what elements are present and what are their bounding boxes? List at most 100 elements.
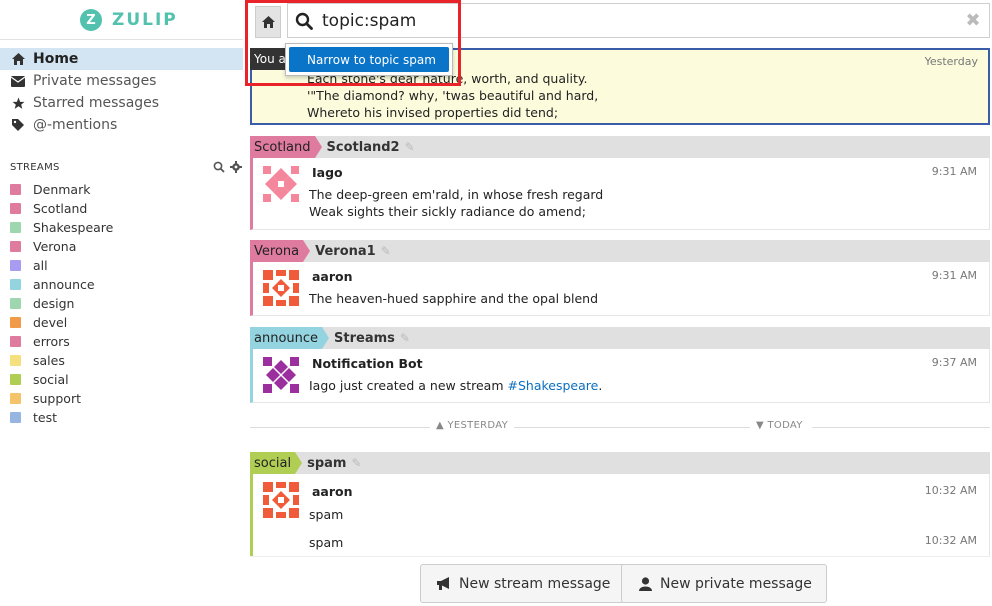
message-row[interactable]: Notification Bot 9:37 AM Iago just creat… <box>250 349 990 403</box>
stream-name: design <box>33 296 75 311</box>
separator-line <box>514 427 750 428</box>
pencil-icon[interactable]: ✎ <box>400 331 410 345</box>
stream-name: test <box>33 410 58 425</box>
stream-item[interactable]: design <box>10 294 243 313</box>
sender-name[interactable]: aaron <box>312 484 353 499</box>
topic-label[interactable]: Scotland2 <box>327 140 400 155</box>
date-label-text: TODAY <box>767 420 803 431</box>
nav-private-messages[interactable]: Private messages <box>0 70 243 92</box>
message-content: Iago just created a new stream #Shakespe… <box>309 377 602 394</box>
stream-name: Denmark <box>33 182 91 197</box>
new-stream-message-label: New stream message <box>459 575 611 592</box>
stream-item[interactable]: sales <box>10 351 243 370</box>
stream-name: Verona <box>33 239 77 254</box>
message-content: spam <box>309 535 344 550</box>
new-private-message-button[interactable]: New private message <box>621 564 827 603</box>
gear-icon[interactable] <box>229 160 243 174</box>
message-time: Yesterday <box>924 55 978 68</box>
stream-name: announce <box>33 277 95 292</box>
stream-item[interactable]: Verona <box>10 237 243 256</box>
stream-item[interactable]: all <box>10 256 243 275</box>
message-time: 9:31 AM <box>931 269 977 282</box>
new-stream-message-button[interactable]: New stream message <box>420 564 626 603</box>
message-line: Whereto his invised properties did tend; <box>307 105 559 120</box>
nav-home[interactable]: Home <box>0 48 243 70</box>
stream-item[interactable]: support <box>10 389 243 408</box>
nav-starred-label: Starred messages <box>33 95 160 111</box>
stream-link[interactable]: #Shakespeare <box>508 378 599 393</box>
stream-label[interactable]: Verona <box>250 240 311 262</box>
message-content: spam <box>309 507 344 522</box>
stream-list: Denmark Scotland Shakespeare Verona all annou… <box>10 180 243 427</box>
streams-header: STREAMS <box>10 158 243 176</box>
avatar[interactable] <box>263 270 299 306</box>
stream-color-swatch <box>10 260 21 271</box>
nav-mentions[interactable]: @-mentions <box>0 114 243 136</box>
stream-color-swatch <box>10 393 21 404</box>
suggestion-narrow-topic[interactable]: Narrow to topic spam <box>289 47 449 72</box>
search-clear-icon[interactable]: ✖ <box>965 10 981 31</box>
search-home-button[interactable] <box>255 6 281 38</box>
stream-label[interactable]: Scotland <box>250 136 322 158</box>
star-icon <box>10 95 26 111</box>
stream-name: support <box>33 391 81 406</box>
search-streams-icon[interactable] <box>212 160 226 174</box>
stream-color-swatch <box>10 374 21 385</box>
message-row[interactable]: aaron 9:31 AM The heaven-hued sapphire a… <box>250 262 990 316</box>
stream-item[interactable]: social <box>10 370 243 389</box>
nav-starred-messages[interactable]: Starred messages <box>0 92 243 114</box>
zulip-logo[interactable]: Z ZULIP <box>80 8 178 32</box>
recipient-bar: social spam ✎ <box>250 452 990 474</box>
logo-icon: Z <box>80 9 102 31</box>
stream-item[interactable]: announce <box>10 275 243 294</box>
avatar[interactable] <box>263 166 299 202</box>
stream-name: Verona <box>254 243 300 259</box>
message-time: 10:32 AM <box>924 534 977 547</box>
compose-area: New stream message New private message <box>250 556 990 606</box>
user-icon <box>636 576 654 592</box>
stream-name: devel <box>33 315 68 330</box>
sidebar-divider <box>0 39 243 40</box>
stream-item[interactable]: Denmark <box>10 180 243 199</box>
tag-icon <box>10 117 26 133</box>
sender-name[interactable]: Notification Bot <box>312 356 423 371</box>
stream-color-swatch <box>10 203 21 214</box>
stream-item[interactable]: devel <box>10 313 243 332</box>
stream-name: Shakespeare <box>33 220 114 235</box>
sender-name[interactable]: aaron <box>312 269 353 284</box>
nav-mentions-label: @-mentions <box>33 117 118 133</box>
stream-item[interactable]: errors <box>10 332 243 351</box>
message-row[interactable]: aaron 10:32 AM spam 10:32 AM spam <box>250 474 990 556</box>
separator-line <box>250 427 430 428</box>
stream-label[interactable]: social <box>250 452 303 474</box>
envelope-icon <box>10 73 26 89</box>
search-input[interactable] <box>322 5 965 36</box>
stream-item[interactable]: test <box>10 408 243 427</box>
avatar[interactable] <box>263 482 299 518</box>
home-icon <box>10 51 26 67</box>
topic-label[interactable]: Verona1 <box>315 244 376 259</box>
stream-item[interactable]: Shakespeare <box>10 218 243 237</box>
pencil-icon[interactable]: ✎ <box>381 244 391 258</box>
stream-name: social <box>33 372 69 387</box>
stream-item[interactable]: Scotland <box>10 199 243 218</box>
search-icon <box>294 11 314 31</box>
topic-label[interactable]: spam <box>307 456 346 471</box>
topic-label[interactable]: Streams <box>334 331 395 346</box>
date-label-text: YESTERDAY <box>447 420 509 431</box>
bullhorn-icon <box>435 576 453 592</box>
stream-label[interactable]: announce <box>250 327 330 349</box>
recipient-bar: Scotland Scotland2 ✎ <box>250 136 990 158</box>
stream-color-swatch <box>10 317 21 328</box>
message-line: The deep-green em'rald, in whose fresh r… <box>309 187 604 202</box>
message-content: Each stone's dear nature, worth, and qua… <box>307 70 598 121</box>
sender-name[interactable]: Iago <box>312 165 343 180</box>
message-line: '"The diamond? why, 'twas beautiful and … <box>307 88 599 103</box>
pencil-icon[interactable]: ✎ <box>405 140 415 154</box>
logo-text: ZULIP <box>112 10 178 30</box>
streams-header-label: STREAMS <box>10 161 60 173</box>
pencil-icon[interactable]: ✎ <box>351 456 361 470</box>
message-row[interactable]: Iago 9:31 AM The deep-green em'rald, in … <box>250 158 990 230</box>
avatar[interactable] <box>263 357 299 393</box>
stream-name: social <box>254 455 292 471</box>
